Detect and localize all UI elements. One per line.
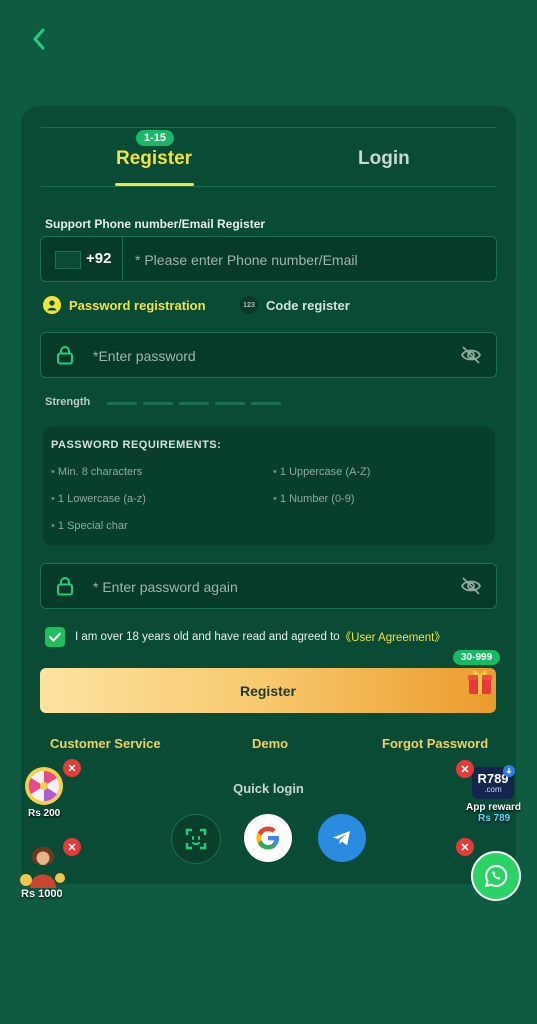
download-icon — [503, 765, 515, 777]
telegram-icon — [333, 831, 350, 846]
app-logo-sub: .com — [484, 785, 502, 794]
strength-label: Strength — [45, 396, 91, 408]
eye-off-icon[interactable] — [460, 576, 482, 596]
terms-checkbox[interactable] — [45, 627, 65, 647]
chevron-left-icon — [33, 28, 45, 50]
requirement-item: 1 Special char — [51, 520, 128, 532]
requirement-item: 1 Lowercase (a-z) — [51, 493, 146, 505]
register-tab-badge: 1-15 — [135, 129, 176, 147]
code-register-label: Code register — [266, 297, 350, 313]
gift-icon — [468, 670, 492, 694]
field-divider — [122, 237, 123, 281]
google-icon — [256, 826, 279, 850]
terms-text: I am over 18 years old and have read and… — [75, 631, 340, 643]
customer-service-link[interactable]: Customer Service — [50, 736, 161, 751]
telegram-login-button[interactable] — [318, 814, 366, 862]
password-requirements: PASSWORD REQUIREMENTS: Min. 8 characters… — [43, 427, 495, 545]
strength-meter — [107, 402, 281, 405]
close-wheel-promo-button[interactable]: ✕ — [63, 759, 81, 777]
quick-login-label: Quick login — [233, 781, 304, 796]
user-icon — [43, 296, 61, 314]
strength-bar — [107, 402, 137, 405]
bonus-promo-amount: Rs 1000 — [21, 888, 63, 900]
country-flag-icon[interactable] — [55, 251, 81, 269]
confirm-password-input[interactable] — [91, 564, 455, 610]
checkmark-icon — [49, 632, 61, 642]
password-registration-label: Password registration — [69, 297, 206, 313]
lock-icon — [57, 577, 73, 596]
strength-bar — [179, 402, 209, 405]
requirement-item: 1 Uppercase (A-Z) — [273, 466, 370, 478]
requirement-item: Min. 8 characters — [51, 466, 142, 478]
scan-icon — [185, 828, 207, 850]
google-login-button[interactable] — [244, 814, 292, 862]
requirements-title: PASSWORD REQUIREMENTS: — [51, 439, 222, 451]
scan-login-button[interactable] — [171, 814, 221, 864]
demo-link[interactable]: Demo — [252, 736, 288, 751]
close-app-reward-button[interactable]: ✕ — [456, 760, 474, 778]
password-input[interactable] — [91, 333, 455, 379]
phone-field: +92 — [40, 236, 497, 283]
strength-bar — [215, 402, 245, 405]
strength-bar — [251, 402, 281, 405]
register-page: 1-15 Register Login Support Phone number… — [0, 0, 537, 1024]
code-register-option[interactable]: 123 Code register — [240, 296, 350, 314]
app-reward-amount: Rs 789 — [478, 813, 511, 824]
country-code[interactable]: +92 — [86, 250, 111, 267]
divider — [41, 127, 496, 128]
numeric-code-icon: 123 — [240, 296, 258, 314]
footer-links: Customer Service Demo Forgot Password — [50, 736, 490, 754]
app-reward-label: App reward — [466, 802, 522, 813]
close-bonus-promo-button[interactable]: ✕ — [63, 838, 81, 856]
registration-method-options: Password registration 123 Code register — [43, 296, 493, 320]
user-agreement-link[interactable]: 《User Agreement》 — [340, 629, 446, 645]
eye-off-icon[interactable] — [460, 345, 482, 365]
terms-agreement: I am over 18 years old and have read and… — [45, 627, 446, 647]
register-button[interactable]: Register — [40, 668, 496, 713]
back-button[interactable] — [24, 24, 54, 54]
password-registration-option[interactable]: Password registration — [43, 296, 206, 314]
promo-badge: 30-999 — [453, 650, 501, 665]
strength-bar — [143, 402, 173, 405]
requirement-item: 1 Number (0-9) — [273, 493, 355, 505]
whatsapp-icon — [484, 864, 508, 888]
register-card: 1-15 Register Login Support Phone number… — [21, 106, 516, 884]
divider — [41, 186, 496, 187]
lock-icon — [57, 346, 73, 365]
forgot-password-link[interactable]: Forgot Password — [382, 736, 488, 751]
promo-character-icon — [20, 847, 65, 888]
tab-register[interactable]: Register — [116, 148, 192, 170]
phone-email-input[interactable] — [133, 237, 487, 283]
wheel-promo-amount: Rs 200 — [28, 808, 61, 819]
whatsapp-button[interactable] — [471, 851, 521, 901]
confirm-password-field — [40, 563, 497, 610]
close-whatsapp-button[interactable]: ✕ — [456, 838, 474, 856]
support-label: Support Phone number/Email Register — [45, 217, 266, 231]
tab-login[interactable]: Login — [358, 148, 410, 170]
password-field — [40, 332, 497, 379]
